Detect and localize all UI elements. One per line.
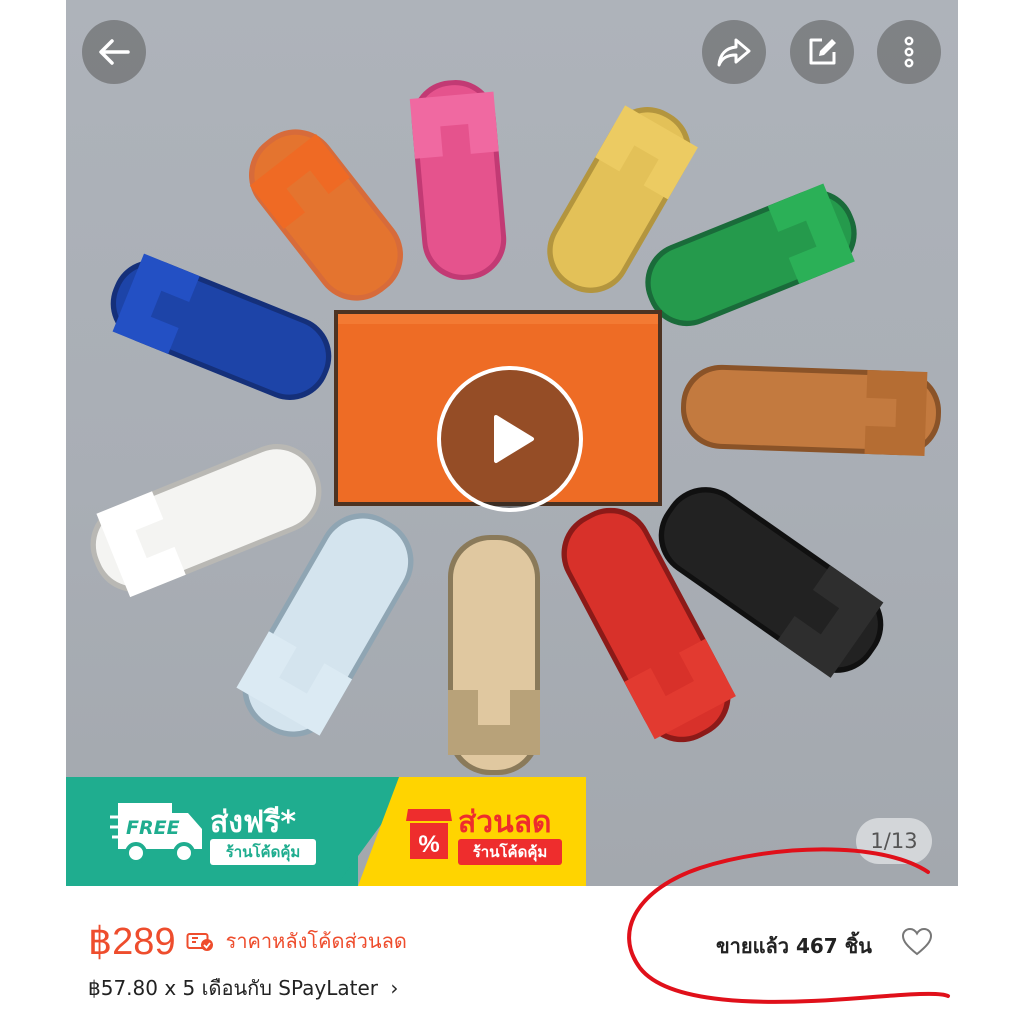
price-row: ฿289 ราคาหลังโค้ดส่วนลด [88, 916, 407, 966]
play-icon [494, 415, 534, 463]
sandal-tan [680, 364, 942, 456]
image-counter: 1/13 [856, 818, 932, 864]
product-media[interactable]: 1/13 [66, 0, 958, 886]
sandal-blue [110, 253, 332, 400]
more-vertical-icon [904, 36, 914, 68]
sandal-green [645, 183, 857, 327]
edit-button[interactable] [790, 20, 854, 84]
arrow-left-icon [99, 39, 130, 65]
sandal-pink [409, 80, 507, 280]
coupon-check-icon [186, 933, 213, 951]
chevron-right-icon: › [390, 976, 399, 1000]
sold-count: ขายแล้ว 467 ชิ้น [716, 934, 872, 958]
share-button[interactable] [702, 20, 766, 84]
edit-icon [809, 38, 836, 65]
sandal-white [90, 443, 322, 598]
installment-text: ฿57.80 x 5 เดือนกับ SPayLater [88, 976, 378, 1000]
share-icon [717, 38, 751, 67]
heart-icon[interactable] [901, 927, 933, 957]
back-button[interactable] [82, 20, 146, 84]
sandal-orange [249, 129, 403, 301]
play-video-button[interactable] [437, 366, 583, 512]
sandal-gold [448, 535, 540, 775]
more-button[interactable] [877, 20, 941, 84]
price-note: ราคาหลังโค้ดส่วนลด [225, 929, 407, 953]
product-price: ฿289 [88, 920, 176, 963]
installment-link[interactable]: ฿57.80 x 5 เดือนกับ SPayLater › [88, 972, 398, 1004]
